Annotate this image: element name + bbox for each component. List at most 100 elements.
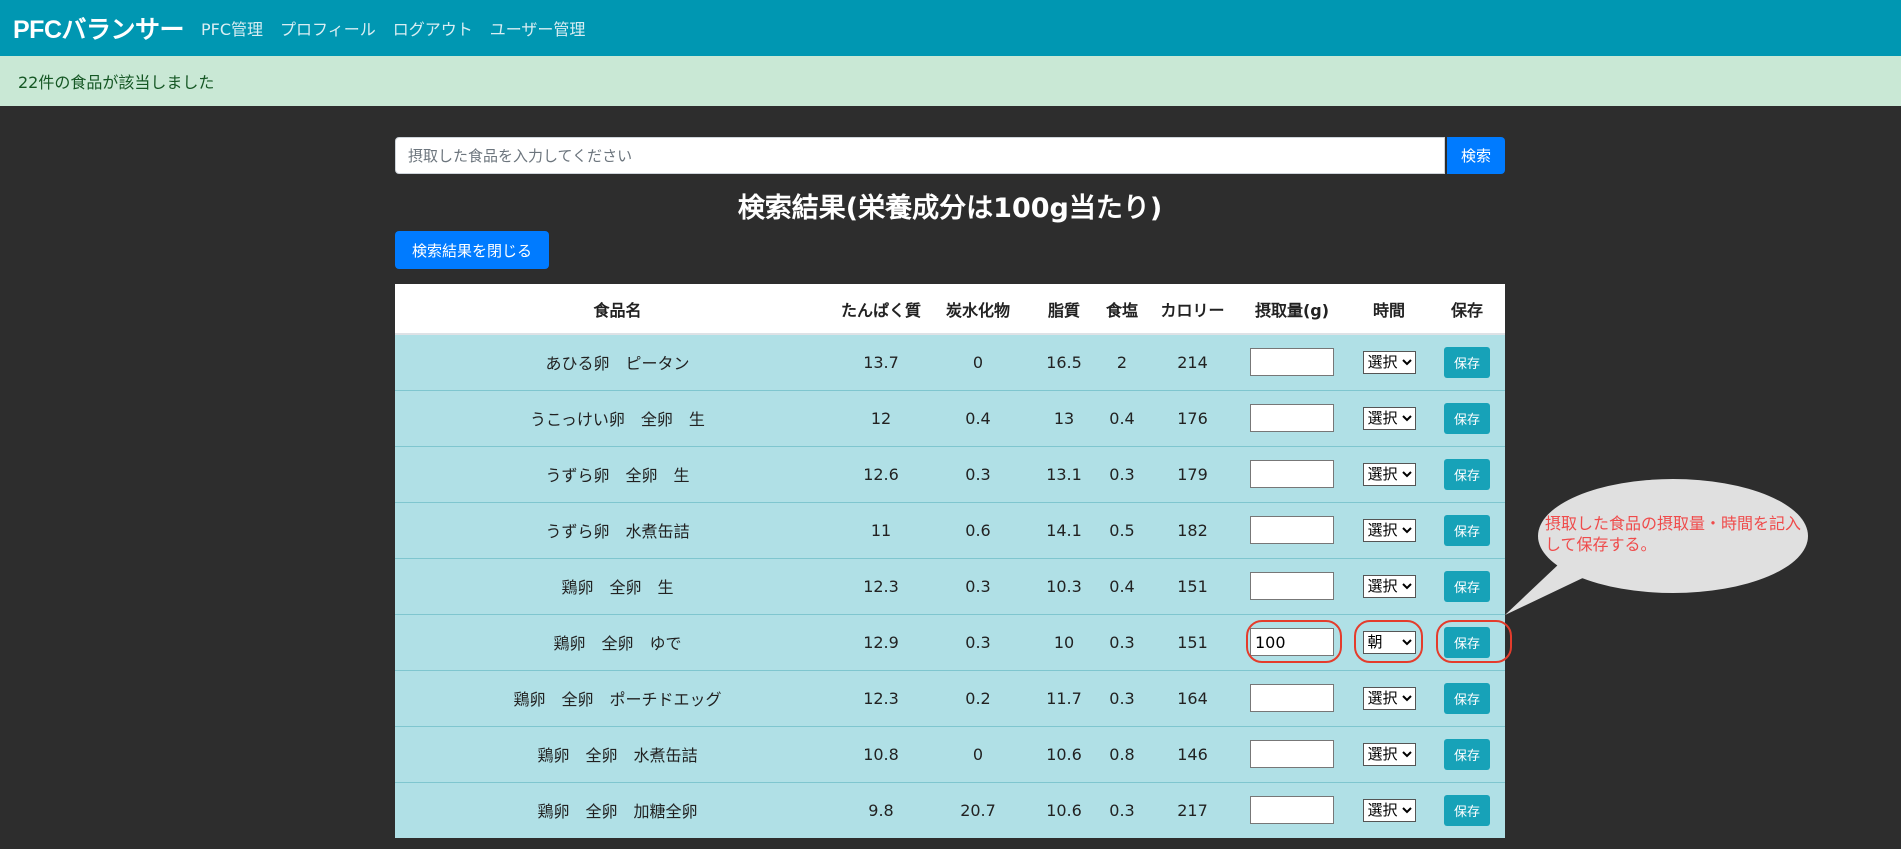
fat-cell: 10 — [1034, 613, 1094, 670]
save-button[interactable]: 保存 — [1444, 570, 1490, 602]
table-row: 鶏卵 全卵 生 12.3 0.3 10.3 0.4 151 選択 保存 — [395, 557, 1505, 614]
food-name-cell: うずら卵 水煮缶詰 — [395, 501, 840, 558]
brand-logo[interactable]: PFCバランサー — [13, 10, 185, 46]
quantity-input[interactable] — [1250, 404, 1334, 432]
save-button[interactable]: 保存 — [1444, 514, 1490, 546]
protein-cell: 12.3 — [840, 669, 922, 726]
quantity-input[interactable] — [1250, 460, 1334, 488]
fat-cell: 10.6 — [1034, 725, 1094, 782]
food-search-input[interactable] — [395, 137, 1445, 174]
highlight-save-button — [1436, 620, 1512, 663]
time-select[interactable]: 選択 — [1362, 518, 1416, 542]
quantity-input[interactable] — [1250, 796, 1334, 825]
carbs-cell: 0.6 — [922, 501, 1034, 558]
alert-message: 22件の食品が該当しました — [18, 73, 215, 92]
quantity-input[interactable] — [1250, 740, 1334, 768]
close-results-button[interactable]: 検索結果を閉じる — [395, 231, 549, 269]
save-cell: 保存 — [1429, 781, 1505, 838]
salt-cell: 0.8 — [1094, 725, 1150, 782]
food-name-cell: 鶏卵 全卵 生 — [395, 557, 840, 614]
quantity-input[interactable] — [1250, 348, 1334, 377]
quantity-cell — [1235, 333, 1349, 390]
carbs-cell: 0 — [922, 725, 1034, 782]
carbs-cell: 0.3 — [922, 557, 1034, 614]
col-header-food-name: 食品名 — [395, 284, 840, 335]
table-row: うずら卵 全卵 生 12.6 0.3 13.1 0.3 179 選択 保存 — [395, 445, 1505, 502]
save-cell: 保存 — [1429, 669, 1505, 726]
quantity-cell — [1235, 445, 1349, 502]
calories-cell: 146 — [1150, 725, 1235, 782]
col-header-time: 時間 — [1349, 284, 1429, 335]
nav-logout[interactable]: ログアウト — [393, 16, 473, 40]
food-name-cell: 鶏卵 全卵 ゆで — [395, 613, 840, 670]
table-row: 鶏卵 全卵 加糖全卵 9.8 20.7 10.6 0.3 217 選択 保存 — [395, 781, 1505, 838]
calories-cell: 164 — [1150, 669, 1235, 726]
salt-cell: 0.3 — [1094, 613, 1150, 670]
highlight-quantity-input — [1246, 620, 1342, 663]
quantity-input[interactable] — [1250, 572, 1334, 600]
food-name-cell: 鶏卵 全卵 ポーチドエッグ — [395, 669, 840, 726]
protein-cell: 9.8 — [840, 781, 922, 838]
results-table-container: 食品名 たんぱく質 炭水化物 脂質 食塩 カロリー 摂取量(g) 時間 保存 あ… — [395, 284, 1505, 849]
quantity-input[interactable] — [1250, 684, 1334, 712]
table-row: うこっけい卵 全卵 生 12 0.4 13 0.4 176 選択 保存 — [395, 389, 1505, 446]
save-button[interactable]: 保存 — [1444, 346, 1490, 378]
quantity-cell — [1235, 781, 1349, 838]
results-table: 食品名 たんぱく質 炭水化物 脂質 食塩 カロリー 摂取量(g) 時間 保存 あ… — [395, 284, 1505, 838]
time-cell: 選択 — [1349, 501, 1429, 558]
time-select[interactable]: 選択 — [1362, 686, 1416, 710]
save-cell: 保存 — [1429, 445, 1505, 502]
save-button[interactable]: 保存 — [1444, 402, 1490, 434]
save-button[interactable]: 保存 — [1444, 458, 1490, 490]
calories-cell: 176 — [1150, 389, 1235, 446]
nav-profile[interactable]: プロフィール — [280, 16, 376, 40]
col-header-quantity: 摂取量(g) — [1235, 284, 1349, 335]
salt-cell: 0.4 — [1094, 557, 1150, 614]
salt-cell: 0.5 — [1094, 501, 1150, 558]
fat-cell: 11.7 — [1034, 669, 1094, 726]
search-button[interactable]: 検索 — [1447, 137, 1505, 174]
salt-cell: 0.3 — [1094, 669, 1150, 726]
save-button[interactable]: 保存 — [1444, 682, 1490, 714]
nav-pfc-management[interactable]: PFC管理 — [201, 16, 263, 40]
highlight-time-select — [1354, 620, 1423, 663]
protein-cell: 13.7 — [840, 333, 922, 390]
fat-cell: 13 — [1034, 389, 1094, 446]
table-row: うずら卵 水煮缶詰 11 0.6 14.1 0.5 182 選択 保存 — [395, 501, 1505, 558]
calories-cell: 217 — [1150, 781, 1235, 838]
protein-cell: 12.3 — [840, 557, 922, 614]
save-cell: 保存 — [1429, 725, 1505, 782]
time-select[interactable]: 選択 — [1362, 798, 1416, 822]
protein-cell: 11 — [840, 501, 922, 558]
food-name-cell: あひる卵 ピータン — [395, 333, 840, 390]
salt-cell: 0.3 — [1094, 781, 1150, 838]
time-cell: 選択 — [1349, 725, 1429, 782]
time-select[interactable]: 選択 — [1362, 406, 1416, 430]
col-header-carbs: 炭水化物 — [922, 284, 1034, 335]
quantity-input[interactable] — [1250, 516, 1334, 544]
carbs-cell: 20.7 — [922, 781, 1034, 838]
time-select[interactable]: 選択 — [1362, 462, 1416, 486]
save-button[interactable]: 保存 — [1444, 738, 1490, 770]
table-row: あひる卵 ピータン 13.7 0 16.5 2 214 選択 保存 — [395, 333, 1505, 390]
time-select[interactable]: 選択 — [1362, 574, 1416, 598]
salt-cell: 2 — [1094, 333, 1150, 390]
fat-cell: 16.5 — [1034, 333, 1094, 390]
fat-cell: 10.6 — [1034, 781, 1094, 838]
carbs-cell: 0.3 — [922, 445, 1034, 502]
callout-text: 摂取した食品の摂取量・時間を記入して保存する。 — [1545, 514, 1802, 554]
save-button[interactable]: 保存 — [1444, 794, 1490, 826]
quantity-cell — [1235, 501, 1349, 558]
food-name-cell: うずら卵 全卵 生 — [395, 445, 840, 502]
save-cell: 保存 — [1429, 501, 1505, 558]
save-cell: 保存 — [1429, 389, 1505, 446]
table-row: 鶏卵 全卵 ポーチドエッグ 12.3 0.2 11.7 0.3 164 選択 保存 — [395, 669, 1505, 726]
time-cell: 選択 — [1349, 389, 1429, 446]
nav-user-management[interactable]: ユーザー管理 — [490, 16, 586, 40]
time-cell: 選択 — [1349, 781, 1429, 838]
time-cell: 選択 — [1349, 333, 1429, 390]
time-select[interactable]: 選択 — [1362, 742, 1416, 766]
protein-cell: 12.6 — [840, 445, 922, 502]
calories-cell: 151 — [1150, 557, 1235, 614]
time-select[interactable]: 選択 — [1362, 350, 1416, 374]
